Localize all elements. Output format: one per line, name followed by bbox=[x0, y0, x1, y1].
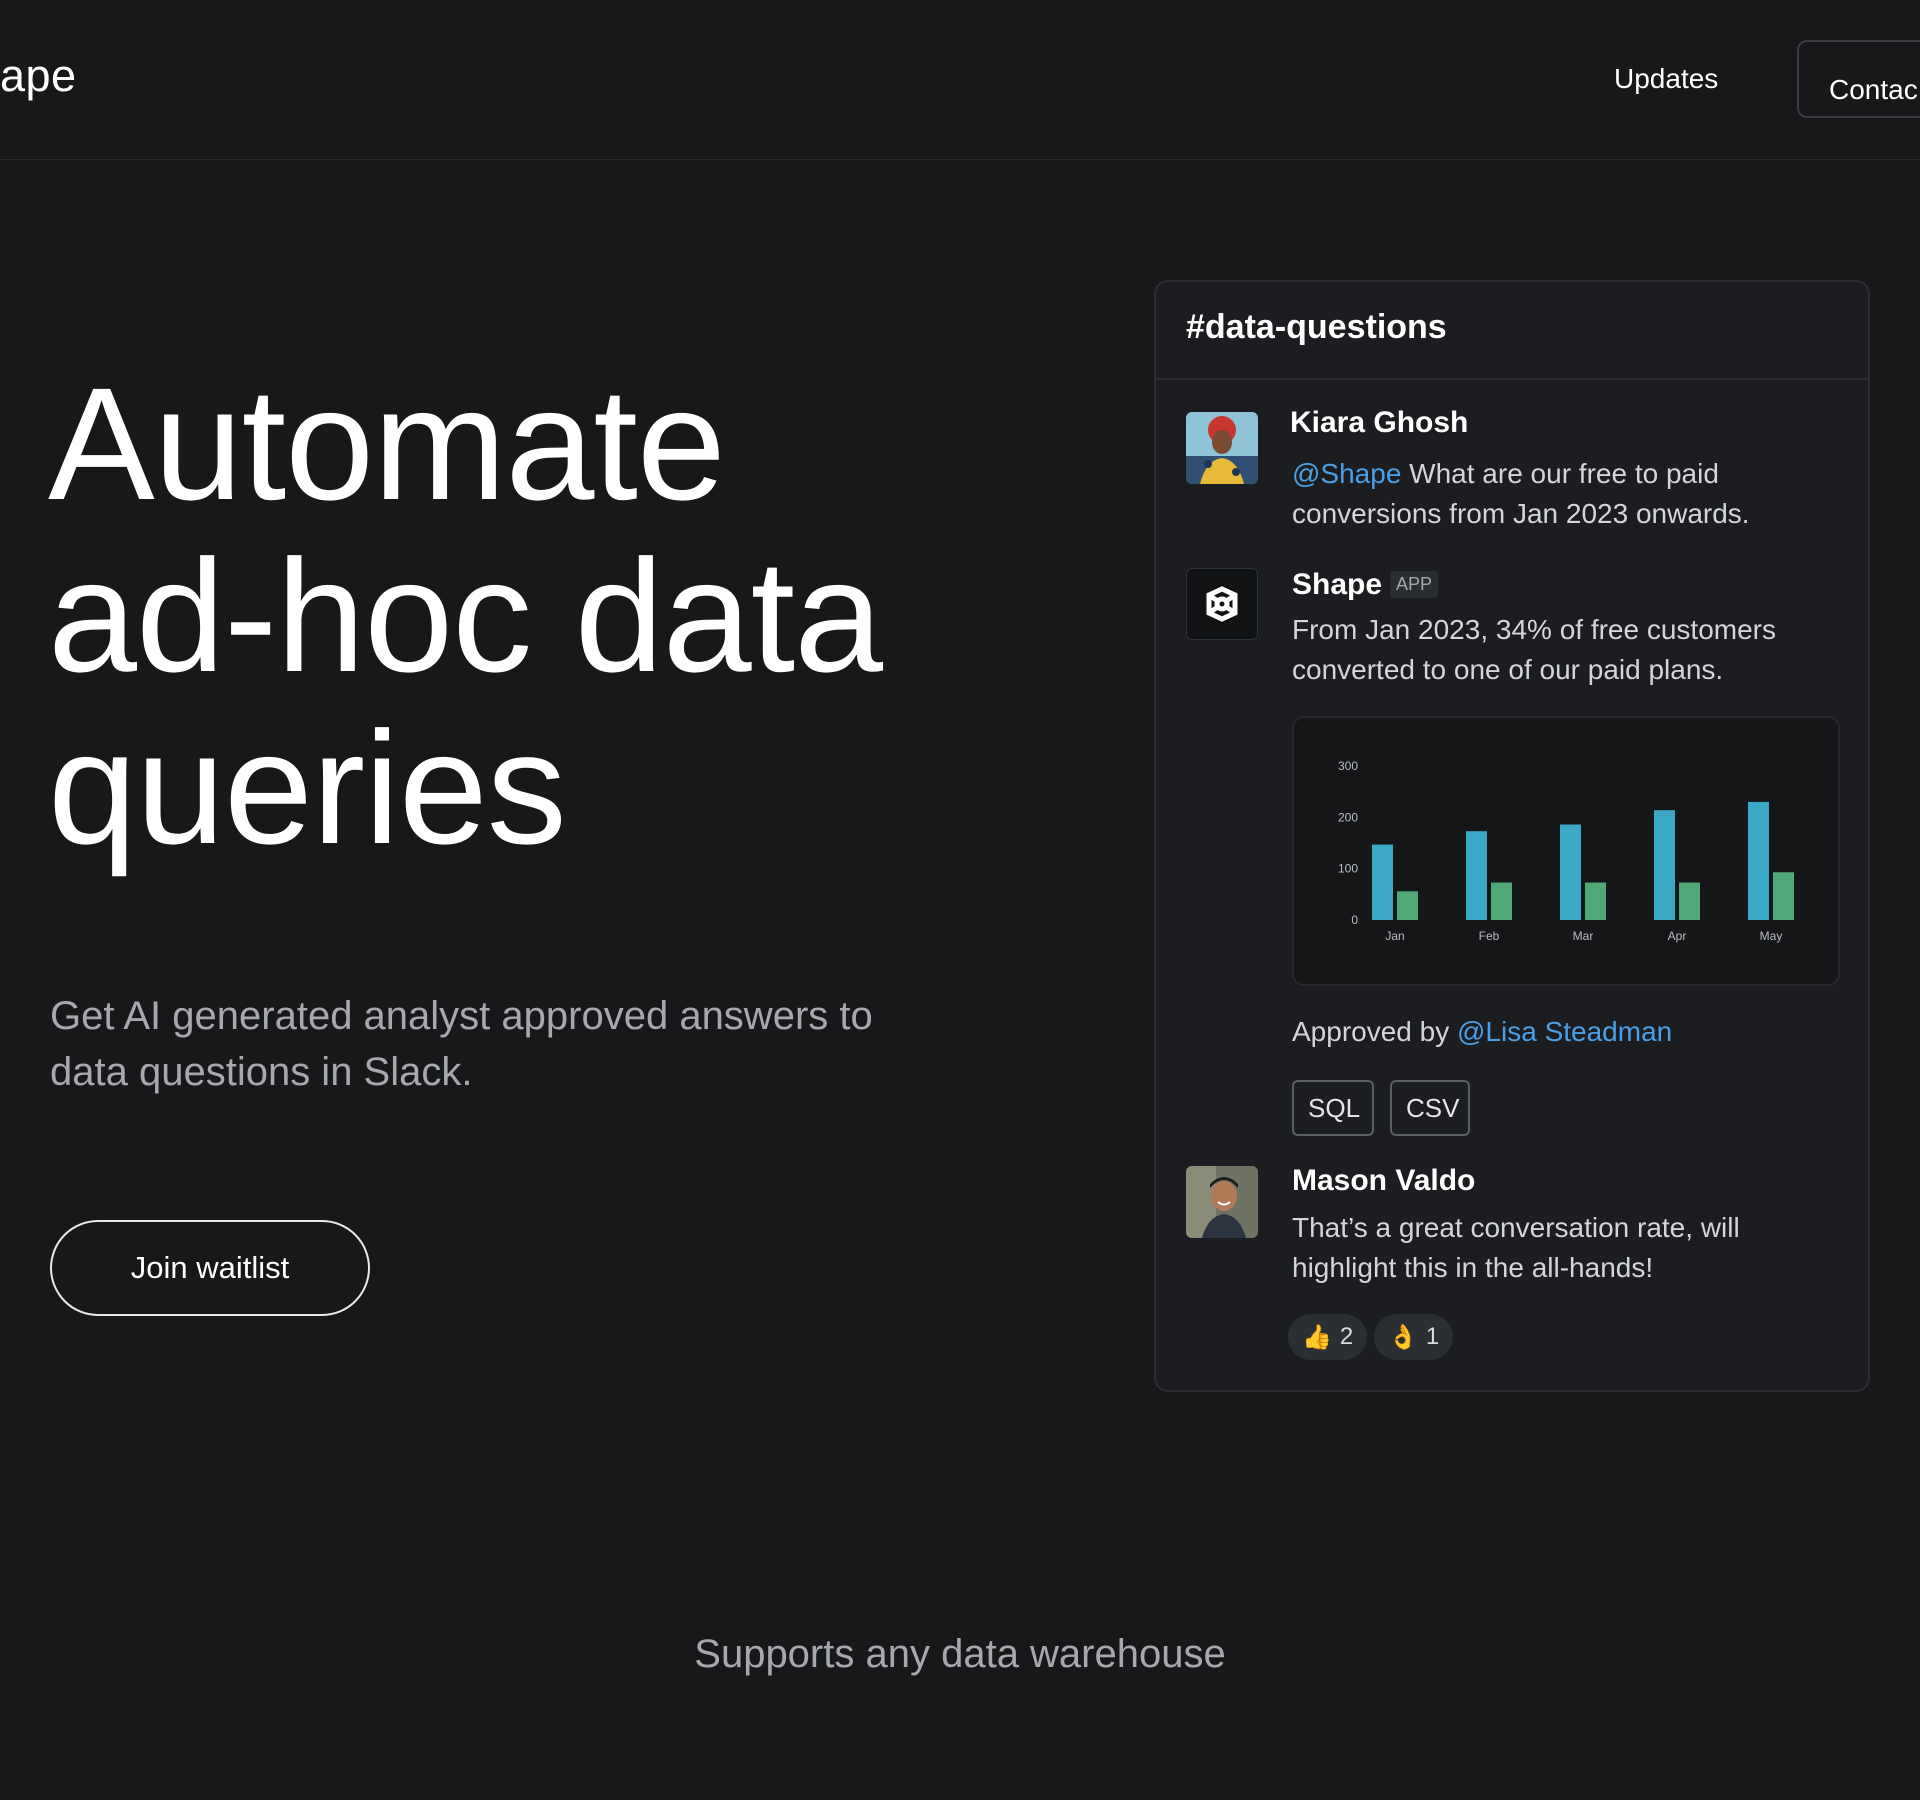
shape-logo-icon bbox=[1186, 568, 1258, 640]
hero-subtitle: Get AI generated analyst approved answer… bbox=[50, 988, 930, 1100]
bar-mar-series-2 bbox=[1585, 882, 1606, 920]
message-author: Shape APP bbox=[1292, 568, 1439, 602]
nav-contact-button[interactable]: Contac bbox=[1797, 40, 1920, 118]
reaction-count: 1 bbox=[1425, 1323, 1440, 1350]
hero-title-line: Automate bbox=[48, 354, 726, 533]
message-text-line: highlight this in the all-hands! bbox=[1292, 1252, 1654, 1283]
sql-button[interactable]: SQL bbox=[1292, 1080, 1374, 1136]
slack-preview-card: #data-questions Kiara Ghosh @Shape What … bbox=[1154, 280, 1870, 1392]
mason-avatar bbox=[1186, 1166, 1258, 1238]
message-text-line: converted to one of our paid plans. bbox=[1292, 654, 1724, 685]
y-tick-label: 200 bbox=[1338, 810, 1358, 824]
message-text: That’s a great conversation rate, will h… bbox=[1292, 1208, 1852, 1288]
bar-jan-series-2 bbox=[1397, 891, 1418, 920]
thumbs-up-icon: 👍 bbox=[1302, 1323, 1332, 1351]
thumbs-up-reaction[interactable]: 👍 2 bbox=[1288, 1314, 1368, 1360]
nav-updates-link[interactable]: Updates bbox=[1614, 63, 1718, 95]
bar-chart: 300 200 100 0 Jan Feb Mar Apr May bbox=[1338, 759, 1794, 943]
bar-feb-series-1 bbox=[1466, 831, 1487, 920]
approved-by-label: Approved by bbox=[1292, 1016, 1457, 1047]
reaction-count: 2 bbox=[1339, 1323, 1354, 1350]
message-text-line: conversions from Jan 2023 onwards. bbox=[1292, 498, 1750, 529]
hero-title-line: ad-hoc data bbox=[48, 526, 883, 705]
x-tick-label: Mar bbox=[1573, 929, 1594, 943]
message-text-line: That’s a great conversation rate, will bbox=[1292, 1212, 1740, 1243]
bar-jan-series-1 bbox=[1372, 844, 1393, 920]
bar-may-series-2 bbox=[1773, 872, 1794, 920]
x-tick-label: Apr bbox=[1668, 929, 1687, 943]
join-waitlist-button[interactable]: Join waitlist bbox=[50, 1220, 370, 1316]
message-author[interactable]: Kiara Ghosh bbox=[1290, 406, 1468, 440]
csv-button[interactable]: CSV bbox=[1390, 1080, 1470, 1136]
bar-may-series-1 bbox=[1748, 801, 1769, 920]
bar-apr-series-2 bbox=[1679, 882, 1700, 920]
channel-name: #data-questions bbox=[1186, 308, 1447, 346]
app-badge: APP bbox=[1390, 571, 1439, 598]
ok-hand-reaction[interactable]: 👌 1 bbox=[1374, 1314, 1454, 1360]
ok-hand-icon: 👌 bbox=[1388, 1323, 1418, 1351]
conversion-chart: 300 200 100 0 Jan Feb Mar Apr May bbox=[1292, 716, 1840, 986]
bar-apr-series-1 bbox=[1654, 810, 1675, 920]
approval-line: Approved by @Lisa Steadman bbox=[1292, 1012, 1672, 1052]
message-text: @Shape What are our free to paid convers… bbox=[1292, 454, 1852, 534]
message-text: From Jan 2023, 34% of free customers con… bbox=[1292, 610, 1852, 690]
hero-title-line: queries bbox=[48, 698, 567, 877]
message-author[interactable]: Mason Valdo bbox=[1292, 1164, 1475, 1198]
hero-subtitle-line: data questions in Slack. bbox=[50, 1050, 473, 1094]
x-tick-label: Jan bbox=[1385, 929, 1404, 943]
hero-subtitle-line: Get AI generated analyst approved answer… bbox=[50, 994, 873, 1038]
y-tick-label: 0 bbox=[1351, 913, 1358, 927]
y-tick-label: 300 bbox=[1338, 759, 1358, 773]
message-text-line: From Jan 2023, 34% of free customers bbox=[1292, 614, 1776, 645]
y-tick-label: 100 bbox=[1338, 862, 1358, 876]
message-text-line: What are our free to paid bbox=[1401, 458, 1719, 489]
shape-app-name[interactable]: Shape bbox=[1292, 568, 1382, 601]
brand-logo-text[interactable]: ape bbox=[0, 50, 77, 102]
kiara-avatar bbox=[1186, 412, 1258, 484]
hero-title: Automate ad-hoc data queries bbox=[48, 358, 948, 874]
channel-header: #data-questions bbox=[1156, 282, 1868, 380]
bar-mar-series-1 bbox=[1560, 824, 1581, 920]
shape-mention[interactable]: @Shape bbox=[1292, 458, 1401, 489]
x-tick-label: May bbox=[1760, 929, 1783, 943]
supports-warehouse-text: Supports any data warehouse bbox=[694, 1632, 1226, 1676]
bar-feb-series-2 bbox=[1491, 882, 1512, 920]
approver-mention[interactable]: @Lisa Steadman bbox=[1457, 1016, 1672, 1047]
x-tick-label: Feb bbox=[1479, 929, 1500, 943]
